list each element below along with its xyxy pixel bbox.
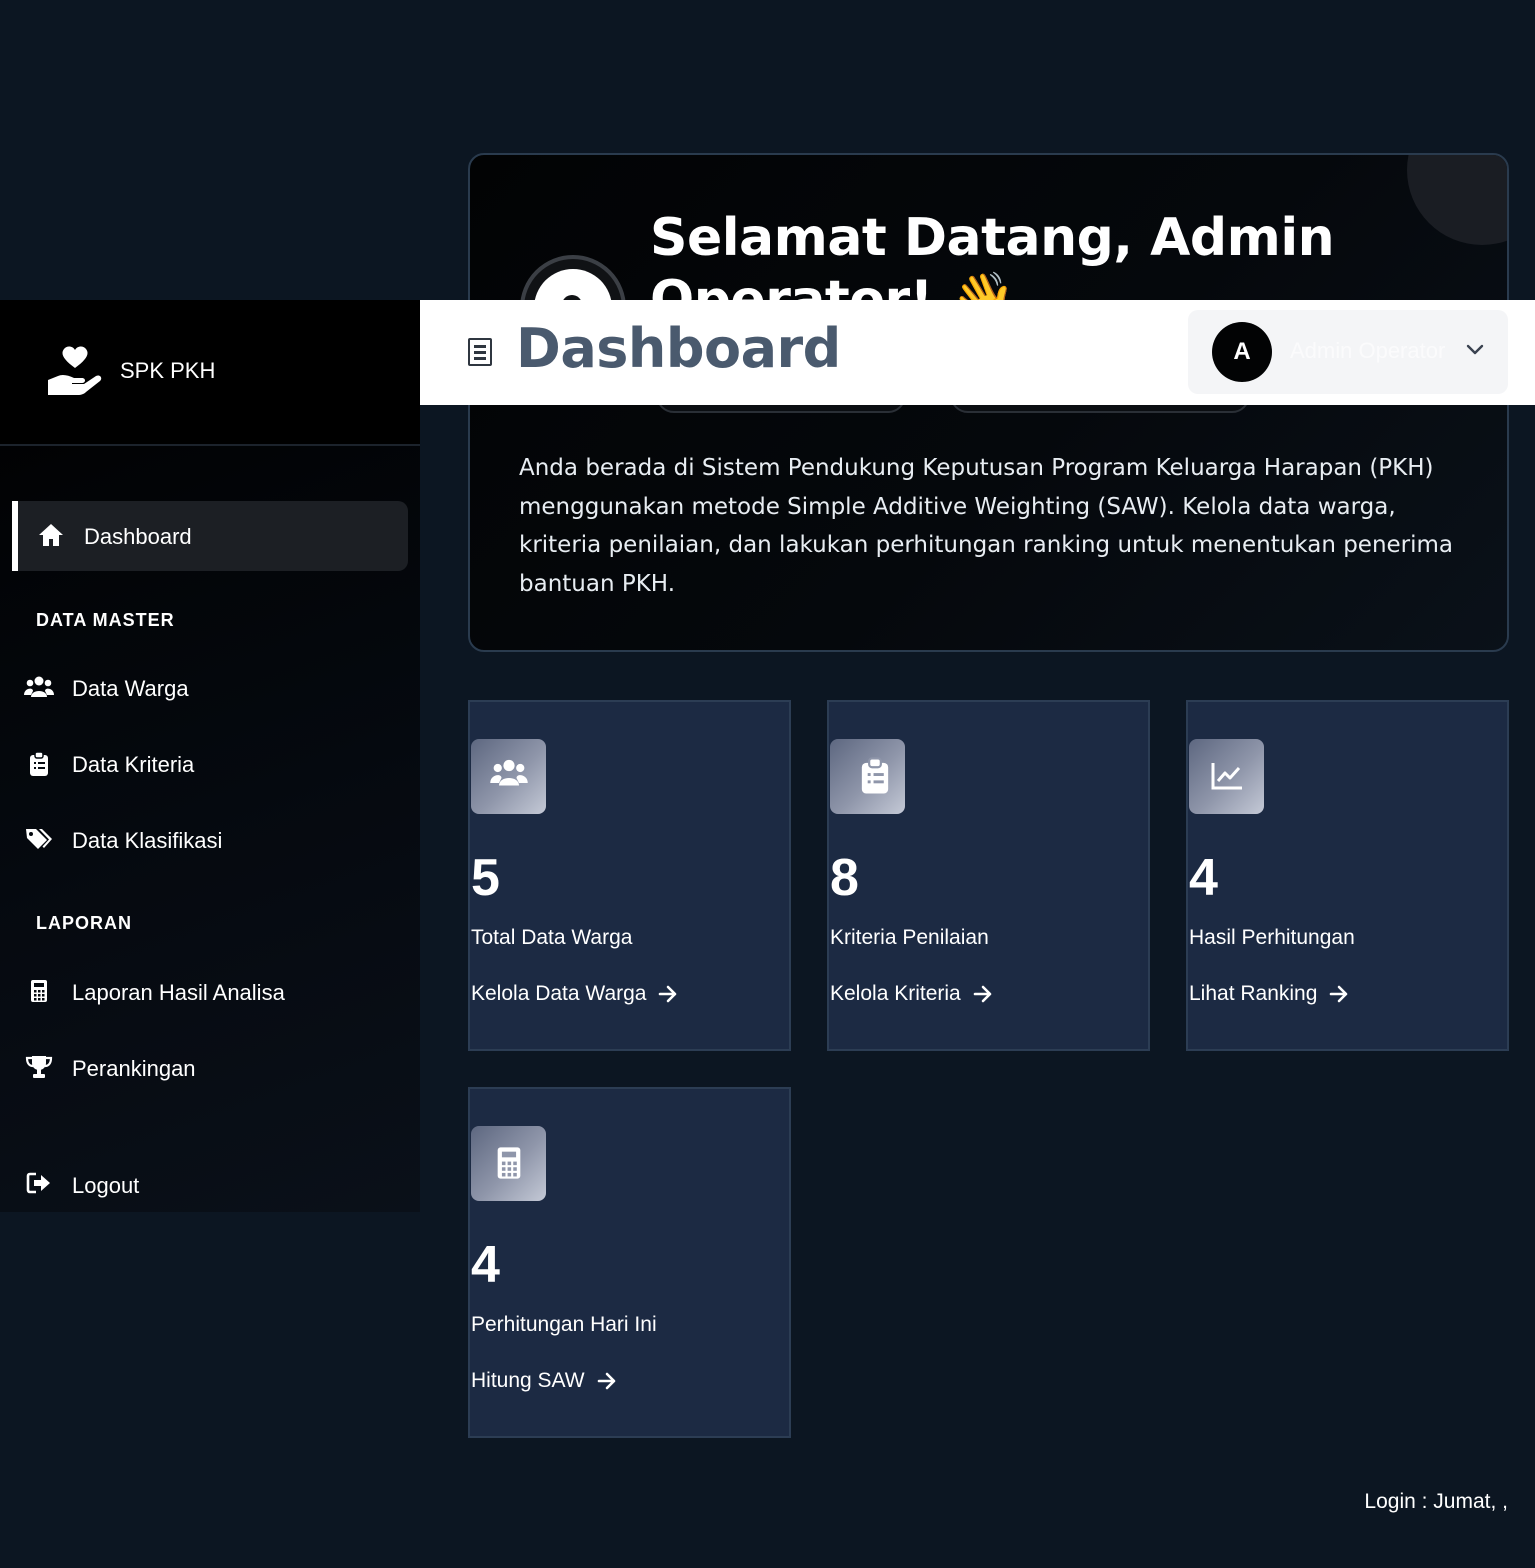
card-link[interactable]: Hitung SAW xyxy=(471,1369,617,1393)
sidebar-item-label: Data Warga xyxy=(72,676,189,701)
logout-label: Logout xyxy=(72,1173,140,1198)
clipboard-list-icon xyxy=(830,739,905,814)
user-name: Admin Operator xyxy=(1290,338,1446,363)
sidebar-item-data-warga[interactable]: Data Warga xyxy=(24,666,408,710)
sidebar-item-label: Perankingan xyxy=(72,1056,196,1081)
sign-out-icon xyxy=(24,1172,54,1199)
card-link-label: Lihat Ranking xyxy=(1189,982,1318,1005)
card-link-label: Kelola Data Warga xyxy=(471,982,647,1005)
sidebar: SPK PKH Dashboard DATA MASTER Data Warga… xyxy=(0,300,420,1212)
sidebar-item-dashboard[interactable]: Dashboard xyxy=(12,501,408,571)
trophy-icon xyxy=(24,1055,54,1084)
tags-icon xyxy=(24,827,54,856)
decorative-circle xyxy=(1407,155,1507,245)
card-link[interactable]: Kelola Kriteria xyxy=(830,982,993,1006)
welcome-description: Anda berada di Sistem Pendukung Keputusa… xyxy=(519,455,1454,597)
login-info: Login : Jumat, , xyxy=(1364,1490,1508,1513)
logout-button[interactable]: Logout xyxy=(24,1163,408,1207)
users-icon xyxy=(471,739,546,814)
stat-value: 5 xyxy=(471,849,500,907)
sidebar-item-label: Data Klasifikasi xyxy=(72,828,223,853)
stat-label: Perhitungan Hari Ini xyxy=(471,1313,657,1336)
clipboard-list-icon xyxy=(24,751,54,782)
stat-card-data-warga: 5 Total Data Warga Kelola Data Warga xyxy=(468,700,791,1051)
sidebar-item-label: Dashboard xyxy=(84,524,192,549)
sidebar-item-perankingan[interactable]: Perankingan xyxy=(24,1046,408,1090)
card-link[interactable]: Kelola Data Warga xyxy=(471,982,678,1006)
sidebar-item-label: Data Kriteria xyxy=(72,752,195,777)
card-link[interactable]: Lihat Ranking xyxy=(1189,982,1349,1006)
sidebar-brand[interactable]: SPK PKH xyxy=(0,300,420,446)
stat-value: 8 xyxy=(830,849,859,907)
sidebar-item-data-klasifikasi[interactable]: Data Klasifikasi xyxy=(24,818,408,862)
chevron-down-icon xyxy=(1466,344,1484,355)
stat-value: 4 xyxy=(471,1236,500,1294)
top-header: Dashboard A Admin Operator xyxy=(420,300,1535,405)
avatar: A xyxy=(1212,322,1272,382)
stat-value: 4 xyxy=(1189,849,1218,907)
arrow-right-icon xyxy=(597,1372,615,1390)
sidebar-item-laporan-hasil-analisa[interactable]: Laporan Hasil Analisa xyxy=(24,970,408,1014)
hamburger-icon[interactable] xyxy=(468,338,492,366)
users-icon xyxy=(24,675,54,704)
stat-card-kriteria: 8 Kriteria Penilaian Kelola Kriteria xyxy=(827,700,1150,1051)
card-link-label: Kelola Kriteria xyxy=(830,982,961,1005)
user-menu[interactable]: A Admin Operator xyxy=(1188,310,1508,394)
section-title-data-master: DATA MASTER xyxy=(36,610,175,630)
arrow-right-icon xyxy=(1330,985,1348,1003)
stat-label: Total Data Warga xyxy=(471,926,633,949)
brand-name: SPK PKH xyxy=(120,358,216,383)
home-icon xyxy=(39,524,63,546)
calculator-icon xyxy=(471,1126,546,1201)
hand-heart-icon xyxy=(48,346,102,395)
arrow-right-icon xyxy=(973,985,992,1003)
sidebar-item-data-kriteria[interactable]: Data Kriteria xyxy=(24,742,408,786)
stat-label: Hasil Perhitungan xyxy=(1189,926,1355,949)
card-link-label: Hitung SAW xyxy=(471,1369,585,1392)
section-title-laporan: LAPORAN xyxy=(36,913,132,933)
stat-card-hasil-perhitungan: 4 Hasil Perhitungan Lihat Ranking xyxy=(1186,700,1509,1051)
chart-line-icon xyxy=(1189,739,1264,814)
stat-label: Kriteria Penilaian xyxy=(830,926,989,949)
arrow-right-icon xyxy=(659,985,677,1003)
stat-card-perhitungan-hari-ini: 4 Perhitungan Hari Ini Hitung SAW xyxy=(468,1087,791,1438)
sidebar-item-label: Laporan Hasil Analisa xyxy=(72,980,285,1005)
page-title: Dashboard xyxy=(516,317,841,380)
calculator-icon xyxy=(24,979,54,1008)
